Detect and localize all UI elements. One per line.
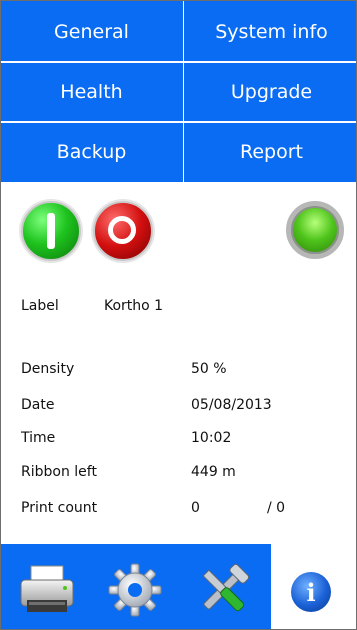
status-led-icon <box>286 201 344 259</box>
print-count-total: / 0 <box>267 500 286 516</box>
density-label: Density <box>21 361 75 377</box>
label-caption: Label <box>21 298 59 314</box>
stop-icon <box>108 216 136 244</box>
menu-report-button[interactable]: Report <box>184 123 356 180</box>
main-menu: General System info Health Upgrade Backu… <box>1 1 356 182</box>
power-on-button[interactable] <box>21 201 81 261</box>
date-value: 05/08/2013 <box>191 397 272 413</box>
menu-divider <box>1 121 356 123</box>
time-label: Time <box>21 430 56 446</box>
time-value: 10:02 <box>191 430 232 446</box>
menu-general-button[interactable]: General <box>4 3 179 60</box>
menu-system-info-button[interactable]: System info <box>184 3 356 60</box>
gear-icon[interactable] <box>107 562 163 618</box>
menu-backup-button[interactable]: Backup <box>4 123 179 180</box>
print-count-label: Print count <box>21 500 98 516</box>
menu-health-button[interactable]: Health <box>4 63 179 120</box>
menu-divider <box>183 1 184 182</box>
menu-divider <box>1 61 356 63</box>
info-button[interactable]: i <box>291 572 331 612</box>
info-icon: i <box>306 577 316 607</box>
power-on-icon <box>47 213 55 249</box>
density-value: 50 % <box>191 361 227 377</box>
tools-icon[interactable] <box>193 560 253 620</box>
label-value: Kortho 1 <box>104 298 164 314</box>
menu-upgrade-button[interactable]: Upgrade <box>184 63 356 120</box>
date-label: Date <box>21 397 55 413</box>
print-count-value: 0 <box>191 500 200 516</box>
ribbon-label: Ribbon left <box>21 464 97 480</box>
stop-button[interactable] <box>93 201 153 261</box>
bottom-toolbar <box>1 544 271 629</box>
ribbon-value: 449 m <box>191 464 236 480</box>
printer-icon[interactable] <box>19 564 75 616</box>
device-panel: General System info Health Upgrade Backu… <box>0 0 357 630</box>
